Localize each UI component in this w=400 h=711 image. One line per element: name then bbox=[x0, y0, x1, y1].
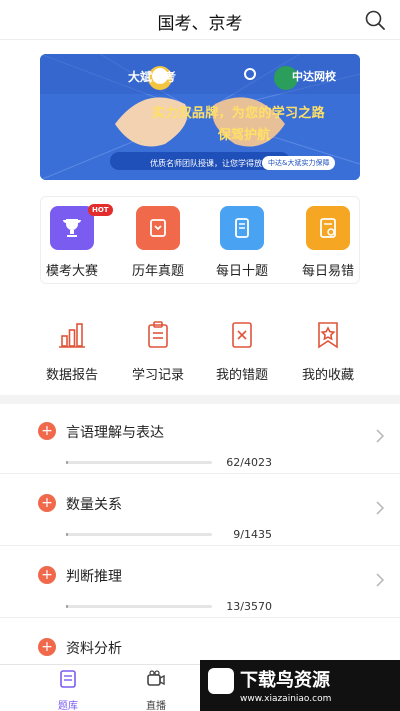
subject-name: 判断推理 bbox=[66, 569, 122, 585]
feature-label: 历年真题 bbox=[131, 264, 184, 279]
list-item[interactable]: + 数量关系 9/1435 bbox=[0, 476, 400, 546]
tool-label: 我的错题 bbox=[215, 368, 268, 383]
progress-bar bbox=[66, 605, 212, 608]
tab-label: 题库 bbox=[58, 701, 78, 711]
banner-footnote: 优质名师团队授课，让您学得放心 bbox=[150, 159, 270, 168]
expand-plus-icon[interactable]: + bbox=[38, 422, 56, 440]
progress-bar bbox=[66, 461, 212, 464]
paper-bag-icon bbox=[136, 206, 180, 250]
subject-name: 言语理解与表达 bbox=[66, 425, 164, 441]
tab-question-bank[interactable]: 题库 bbox=[38, 669, 98, 711]
tool-label: 我的收藏 bbox=[301, 368, 354, 383]
trophy-icon bbox=[50, 206, 94, 250]
feature-past-papers[interactable]: 历年真题 bbox=[118, 206, 198, 279]
tablet-icon bbox=[220, 206, 264, 250]
list-item[interactable]: + 判断推理 13/3570 bbox=[0, 548, 400, 618]
tool-my-favorites[interactable]: 我的收藏 bbox=[288, 320, 368, 383]
tool-label: 学习记录 bbox=[131, 368, 184, 383]
banner-slogan-2: 保驾护航 bbox=[218, 128, 271, 143]
feature-daily-mistakes[interactable]: 每日易错 bbox=[288, 206, 368, 279]
chevron-right-icon bbox=[376, 573, 385, 587]
tool-my-mistakes[interactable]: 我的错题 bbox=[202, 320, 282, 383]
brand-left: 大斌公考 bbox=[128, 70, 177, 84]
feature-mock-exam[interactable]: 模考大赛 bbox=[32, 206, 112, 279]
watermark-url: www.xiazainiao.com bbox=[240, 694, 332, 704]
progress-fill bbox=[66, 461, 69, 464]
banner-slogan: 实力双品牌，为您的学习之路 bbox=[152, 106, 325, 121]
question-bank-icon bbox=[60, 670, 76, 688]
progress-fill bbox=[66, 605, 69, 608]
tool-data-report[interactable]: 数据报告 bbox=[32, 320, 112, 383]
progress-count: 62/4023 bbox=[226, 456, 272, 469]
promo-banner[interactable]: 大斌公考 中达网校 实力双品牌，为您的学习之路 保驾护航 优质名师团队授课，让您… bbox=[40, 54, 360, 180]
feature-daily-ten[interactable]: 每日十题 bbox=[202, 206, 282, 279]
list-item[interactable]: + 言语理解与表达 62/4023 bbox=[0, 404, 400, 474]
progress-fill bbox=[66, 533, 69, 536]
banner-badge: 中达&大斌实力保障 bbox=[262, 156, 336, 170]
star-bookmark-icon bbox=[318, 322, 338, 349]
subject-name: 资料分析 bbox=[66, 641, 122, 657]
live-camera-icon bbox=[147, 670, 165, 686]
tab-live[interactable]: 直播 bbox=[126, 669, 186, 711]
progress-bar bbox=[66, 533, 212, 536]
clipboard-icon bbox=[148, 321, 168, 348]
watermark-title: 下载鸟资源 bbox=[240, 670, 330, 691]
brand-right: 中达网校 bbox=[292, 70, 336, 83]
search-icon[interactable] bbox=[364, 9, 386, 31]
expand-plus-icon[interactable]: + bbox=[38, 638, 56, 656]
error-doc-icon bbox=[232, 322, 252, 348]
expand-plus-icon[interactable]: + bbox=[38, 566, 56, 584]
watermark: 下载鸟资源 www.xiazainiao.com bbox=[200, 660, 400, 711]
hot-badge: HOT bbox=[88, 204, 113, 216]
page-title: 国考、京考 bbox=[157, 14, 243, 34]
tab-label: 直播 bbox=[146, 701, 166, 711]
feature-label: 每日十题 bbox=[215, 264, 268, 279]
chevron-right-icon bbox=[376, 501, 385, 515]
subject-list: + 言语理解与表达 62/4023 + 数量关系 9/1435 + 判断推理 1… bbox=[0, 404, 400, 690]
tool-label: 数据报告 bbox=[45, 368, 98, 383]
bar-chart-icon bbox=[59, 323, 85, 348]
tool-study-record[interactable]: 学习记录 bbox=[118, 320, 198, 383]
feature-label: 模考大赛 bbox=[45, 264, 98, 279]
note-icon bbox=[306, 206, 350, 250]
expand-plus-icon[interactable]: + bbox=[38, 494, 56, 512]
feature-label: 每日易错 bbox=[301, 264, 354, 279]
top-bar: 国考、京考 bbox=[0, 0, 400, 40]
progress-count: 9/1435 bbox=[233, 528, 272, 541]
chevron-right-icon bbox=[376, 429, 385, 443]
progress-count: 13/3570 bbox=[226, 600, 272, 613]
subject-name: 数量关系 bbox=[66, 497, 122, 513]
watermark-logo-icon bbox=[208, 668, 234, 694]
